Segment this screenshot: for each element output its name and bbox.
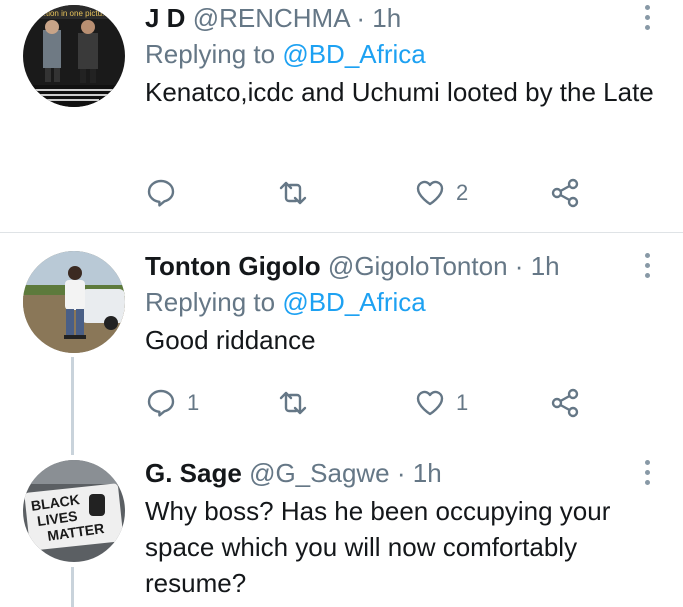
share-button[interactable] <box>549 173 581 213</box>
tweet-text: Good riddance <box>145 325 316 355</box>
tweet-text: Kenatco,icdc and Uchumi looted by the La… <box>145 77 654 107</box>
reply-icon <box>147 179 175 207</box>
retweet-icon <box>279 181 307 205</box>
user-handle[interactable]: @RENCHMA <box>193 3 349 33</box>
user-handle[interactable]: @GigoloTonton <box>328 251 508 281</box>
tweet[interactable]: Tonton Gigolo @GigoloTonton · 1h Replyin… <box>0 233 683 455</box>
avatar-caption: ...tion in one pictu... <box>39 9 108 18</box>
like-button[interactable]: 1 <box>414 383 468 423</box>
heart-icon <box>416 390 444 416</box>
retweet-button[interactable] <box>277 173 319 213</box>
tweet-text: Why boss? Has he been occupying your spa… <box>145 496 611 598</box>
avatar-image: ...tion in one pictu... <box>23 5 125 107</box>
heart-icon <box>416 180 444 206</box>
like-count: 2 <box>456 180 469 205</box>
retweet-button[interactable] <box>277 383 319 423</box>
avatar[interactable]: BLACK LIVES MATTER <box>23 460 125 562</box>
timestamp[interactable]: 1h <box>372 3 401 33</box>
timestamp[interactable]: 1h <box>531 251 560 281</box>
mention-link[interactable]: @BD_Africa <box>282 287 425 317</box>
reply-button[interactable]: 1 <box>145 383 199 423</box>
retweet-icon <box>279 391 307 415</box>
tweet[interactable]: ...tion in one pictu... J D @RENCHMA · 1… <box>0 0 683 232</box>
separator-dot: · <box>356 3 366 33</box>
reply-button[interactable] <box>145 173 187 213</box>
action-bar: 2 <box>145 173 595 213</box>
replying-to-label: Replying to <box>145 39 276 69</box>
separator-dot: · <box>514 251 524 281</box>
like-button[interactable]: 2 <box>414 173 468 213</box>
tweet[interactable]: BLACK LIVES MATTER G. Sage @G_Sagwe · 1h… <box>0 455 683 607</box>
avatar-image <box>23 251 125 353</box>
tweet-header: Tonton Gigolo @GigoloTonton · 1h <box>145 250 683 282</box>
replying-to-label: Replying to <box>145 287 276 317</box>
thread-connector <box>71 567 74 607</box>
reply-icon <box>147 389 175 417</box>
more-vertical-icon[interactable] <box>641 460 653 490</box>
replying-to: Replying to @BD_Africa <box>145 38 683 70</box>
avatar[interactable]: ...tion in one pictu... <box>23 5 125 107</box>
display-name[interactable]: Tonton Gigolo <box>145 251 321 281</box>
more-vertical-icon[interactable] <box>641 5 653 35</box>
separator-dot: · <box>396 458 406 488</box>
avatar-image: BLACK LIVES MATTER <box>23 460 125 562</box>
thread-connector <box>71 357 74 455</box>
reply-count: 1 <box>187 390 200 415</box>
share-icon <box>551 388 579 418</box>
user-handle[interactable]: @G_Sagwe <box>249 458 390 488</box>
share-icon <box>551 178 579 208</box>
display-name[interactable]: G. Sage <box>145 458 242 488</box>
tweet-header: G. Sage @G_Sagwe · 1h <box>145 457 683 489</box>
avatar[interactable] <box>23 251 125 353</box>
like-count: 1 <box>456 390 469 415</box>
display-name[interactable]: J D <box>145 3 185 33</box>
tweet-header: J D @RENCHMA · 1h <box>145 2 683 34</box>
mention-link[interactable]: @BD_Africa <box>282 39 425 69</box>
action-bar: 1 1 <box>145 383 595 423</box>
more-vertical-icon[interactable] <box>641 253 653 283</box>
replying-to: Replying to @BD_Africa <box>145 286 683 318</box>
timestamp[interactable]: 1h <box>413 458 442 488</box>
share-button[interactable] <box>549 383 581 423</box>
